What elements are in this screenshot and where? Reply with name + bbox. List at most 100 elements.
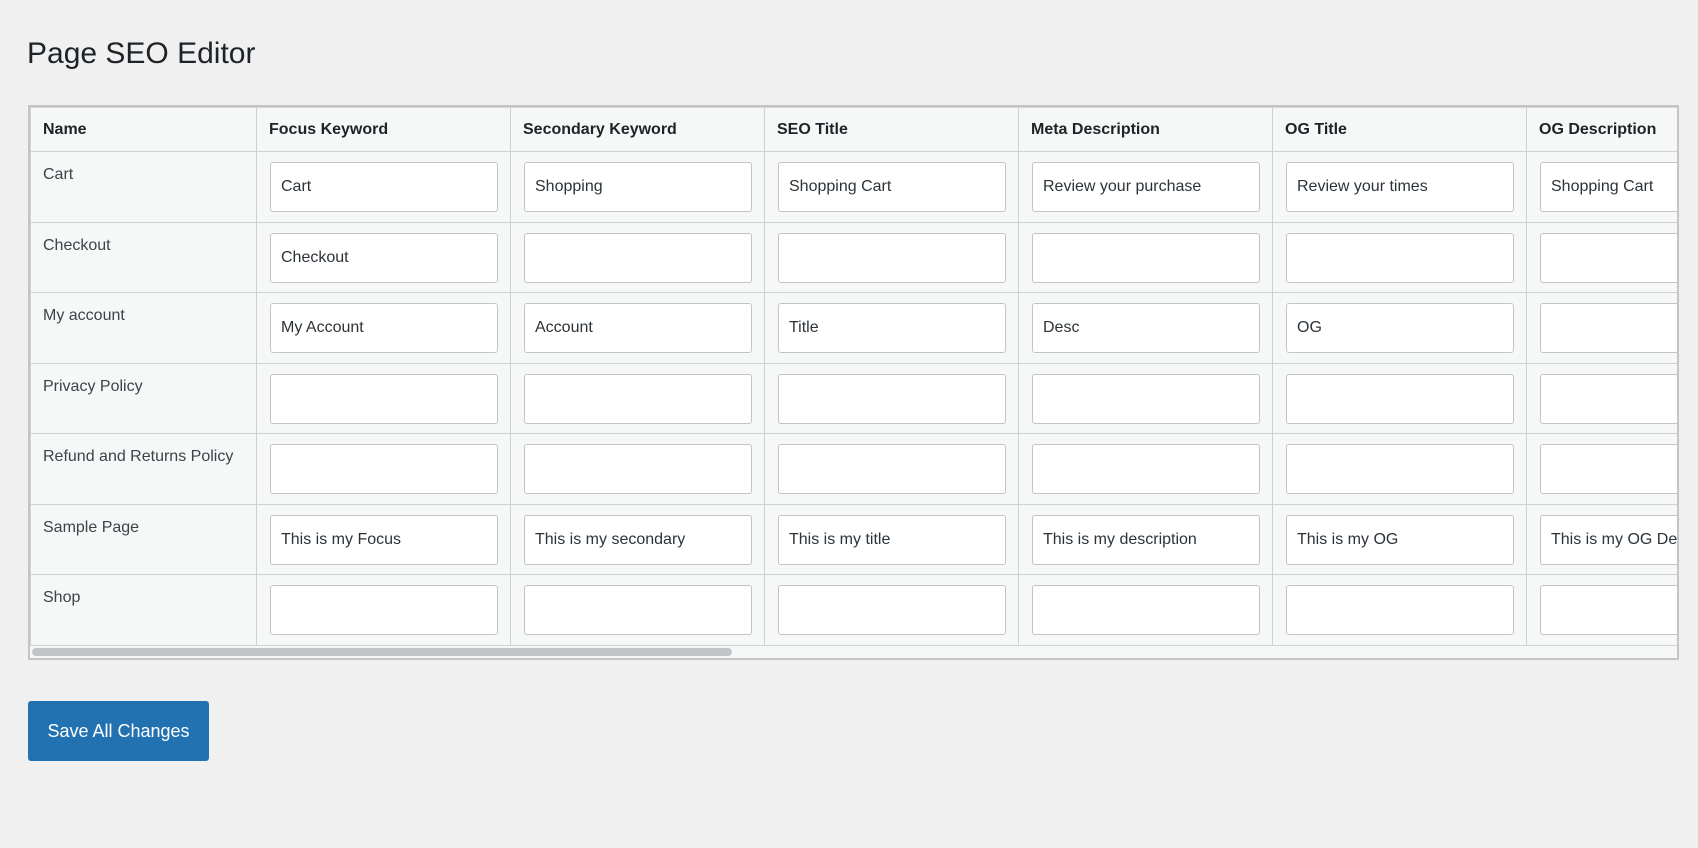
field-cell <box>1526 292 1677 364</box>
meta-description-input[interactable] <box>1032 444 1260 494</box>
horizontal-scrollbar[interactable] <box>32 648 732 656</box>
og-description-input[interactable] <box>1540 232 1677 283</box>
focus-keyword-input[interactable] <box>270 303 498 353</box>
focus-keyword-input[interactable] <box>270 514 498 565</box>
meta-description-input[interactable] <box>1032 585 1260 635</box>
og-title-input[interactable] <box>1286 514 1514 565</box>
secondary-keyword-input[interactable] <box>524 303 752 353</box>
table-row: Sample Page <box>30 503 1677 575</box>
page-name-cell: Shop <box>30 574 257 646</box>
field-cell <box>510 574 765 646</box>
secondary-keyword-input[interactable] <box>524 585 752 635</box>
field-cell <box>1018 503 1273 575</box>
focus-keyword-input[interactable] <box>270 585 498 635</box>
page-name-cell: Checkout <box>30 221 257 293</box>
field-cell <box>1018 221 1273 293</box>
page-name-cell: Sample Page <box>30 503 257 575</box>
field-cell <box>1526 433 1677 505</box>
focus-keyword-input[interactable] <box>270 373 498 424</box>
column-header-og-description[interactable]: OG Description <box>1526 107 1677 152</box>
field-cell <box>764 221 1019 293</box>
field-cell <box>510 221 765 293</box>
field-cell <box>1526 221 1677 293</box>
meta-description-input[interactable] <box>1032 373 1260 424</box>
og-description-input[interactable] <box>1540 373 1677 424</box>
save-all-changes-button[interactable]: Save All Changes <box>28 701 209 761</box>
field-cell <box>764 362 1019 434</box>
column-header-meta-description[interactable]: Meta Description <box>1018 107 1273 152</box>
field-cell <box>510 503 765 575</box>
seo-title-input[interactable] <box>778 303 1006 353</box>
page-name-cell: Refund and Returns Policy <box>30 433 257 505</box>
field-cell <box>764 574 1019 646</box>
field-cell <box>764 433 1019 505</box>
og-title-input[interactable] <box>1286 444 1514 494</box>
og-title-input[interactable] <box>1286 162 1514 212</box>
column-header-seo-title[interactable]: SEO Title <box>764 107 1019 152</box>
column-header-secondary-keyword[interactable]: Secondary Keyword <box>510 107 765 152</box>
focus-keyword-input[interactable] <box>270 162 498 212</box>
meta-description-input[interactable] <box>1032 232 1260 283</box>
field-cell <box>256 151 511 223</box>
page-title: Page SEO Editor <box>27 37 256 70</box>
column-header-og-title[interactable]: OG Title <box>1272 107 1527 152</box>
og-title-input[interactable] <box>1286 373 1514 424</box>
field-cell <box>1526 151 1677 223</box>
og-description-input[interactable] <box>1540 162 1677 212</box>
page-name-cell: Privacy Policy <box>30 362 257 434</box>
secondary-keyword-input[interactable] <box>524 232 752 283</box>
seo-title-input[interactable] <box>778 514 1006 565</box>
table-row: Cart <box>30 151 1677 223</box>
field-cell <box>764 151 1019 223</box>
secondary-keyword-input[interactable] <box>524 514 752 565</box>
og-description-input[interactable] <box>1540 585 1677 635</box>
field-cell <box>256 503 511 575</box>
secondary-keyword-input[interactable] <box>524 444 752 494</box>
og-title-input[interactable] <box>1286 303 1514 353</box>
column-header-focus-keyword[interactable]: Focus Keyword <box>256 107 511 152</box>
seo-title-input[interactable] <box>778 232 1006 283</box>
og-description-input[interactable] <box>1540 303 1677 353</box>
field-cell <box>1526 362 1677 434</box>
seo-title-input[interactable] <box>778 373 1006 424</box>
field-cell <box>1272 151 1527 223</box>
seo-title-input[interactable] <box>778 444 1006 494</box>
field-cell <box>1018 362 1273 434</box>
field-cell <box>256 362 511 434</box>
page-name-cell: My account <box>30 292 257 364</box>
og-description-input[interactable] <box>1540 444 1677 494</box>
og-title-input[interactable] <box>1286 232 1514 283</box>
secondary-keyword-input[interactable] <box>524 162 752 212</box>
table-row: My account <box>30 292 1677 364</box>
table-header-row: Name Focus Keyword Secondary Keyword SEO… <box>30 107 1677 152</box>
field-cell <box>1272 362 1527 434</box>
meta-description-input[interactable] <box>1032 162 1260 212</box>
meta-description-input[interactable] <box>1032 303 1260 353</box>
meta-description-input[interactable] <box>1032 514 1260 565</box>
page-name-cell: Cart <box>30 151 257 223</box>
field-cell <box>764 292 1019 364</box>
field-cell <box>1272 433 1527 505</box>
field-cell <box>256 221 511 293</box>
seo-title-input[interactable] <box>778 585 1006 635</box>
table-row: Refund and Returns Policy <box>30 433 1677 505</box>
field-cell <box>764 503 1019 575</box>
table-row: Shop <box>30 574 1677 646</box>
og-title-input[interactable] <box>1286 585 1514 635</box>
seo-title-input[interactable] <box>778 162 1006 212</box>
table-row: Privacy Policy <box>30 362 1677 434</box>
seo-table: Name Focus Keyword Secondary Keyword SEO… <box>30 107 1677 646</box>
field-cell <box>1272 503 1527 575</box>
field-cell <box>256 292 511 364</box>
column-header-name[interactable]: Name <box>30 107 257 152</box>
field-cell <box>1018 433 1273 505</box>
field-cell <box>1526 503 1677 575</box>
field-cell <box>1018 151 1273 223</box>
field-cell <box>510 151 765 223</box>
secondary-keyword-input[interactable] <box>524 373 752 424</box>
og-description-input[interactable] <box>1540 514 1677 565</box>
field-cell <box>256 574 511 646</box>
field-cell <box>1272 574 1527 646</box>
focus-keyword-input[interactable] <box>270 232 498 283</box>
focus-keyword-input[interactable] <box>270 444 498 494</box>
